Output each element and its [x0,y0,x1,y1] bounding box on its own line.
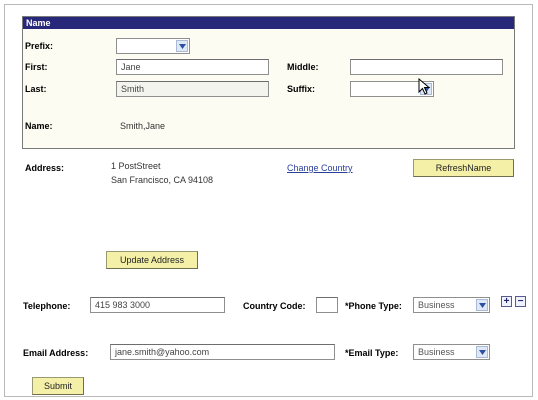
name-section-header: Name [23,17,514,29]
email-type-value: Business [418,347,455,357]
telephone-label: Telephone: [23,301,71,311]
plus-icon: + [503,296,510,307]
last-name-input[interactable]: Smith [116,81,269,97]
suffix-label: Suffix: [287,84,315,94]
update-address-button[interactable]: Update Address [106,251,198,269]
first-name-label: First: [25,62,48,72]
middle-name-input[interactable] [350,59,503,75]
change-country-link[interactable]: Change Country [287,163,353,173]
name-display-label: Name: [25,121,53,131]
prefix-label: Prefix: [25,41,54,51]
remove-phone-button[interactable]: − [515,296,526,307]
email-type-select[interactable]: Business [413,344,490,360]
phone-type-value: Business [418,300,455,310]
middle-name-label: Middle: [287,62,319,72]
first-name-input[interactable]: Jane [116,59,269,75]
add-phone-button[interactable]: + [501,296,512,307]
refresh-name-button[interactable]: RefreshName [413,159,514,177]
chevron-down-icon[interactable] [476,299,488,311]
mouse-pointer-icon [418,77,432,101]
address-line2: San Francisco, CA 94108 [111,175,214,185]
phone-type-select[interactable]: Business [413,297,490,313]
submit-button[interactable]: Submit [32,377,84,395]
prefix-select[interactable] [116,38,190,54]
country-code-label: Country Code: [243,301,306,311]
email-address-input[interactable]: jane.smith@yahoo.com [110,344,335,360]
email-type-label: *Email Type: [345,348,399,358]
minus-icon: − [517,296,524,307]
name-display-value: Smith,Jane [120,121,166,131]
chevron-down-icon[interactable] [176,40,188,52]
chevron-down-icon[interactable] [476,346,488,358]
address-line1: 1 PostStreet [111,161,161,171]
last-name-label: Last: [25,84,47,94]
email-address-label: Email Address: [23,348,89,358]
country-code-input[interactable] [316,297,338,313]
telephone-input[interactable]: 415 983 3000 [90,297,225,313]
phone-type-label: *Phone Type: [345,301,402,311]
address-label: Address: [25,163,65,173]
